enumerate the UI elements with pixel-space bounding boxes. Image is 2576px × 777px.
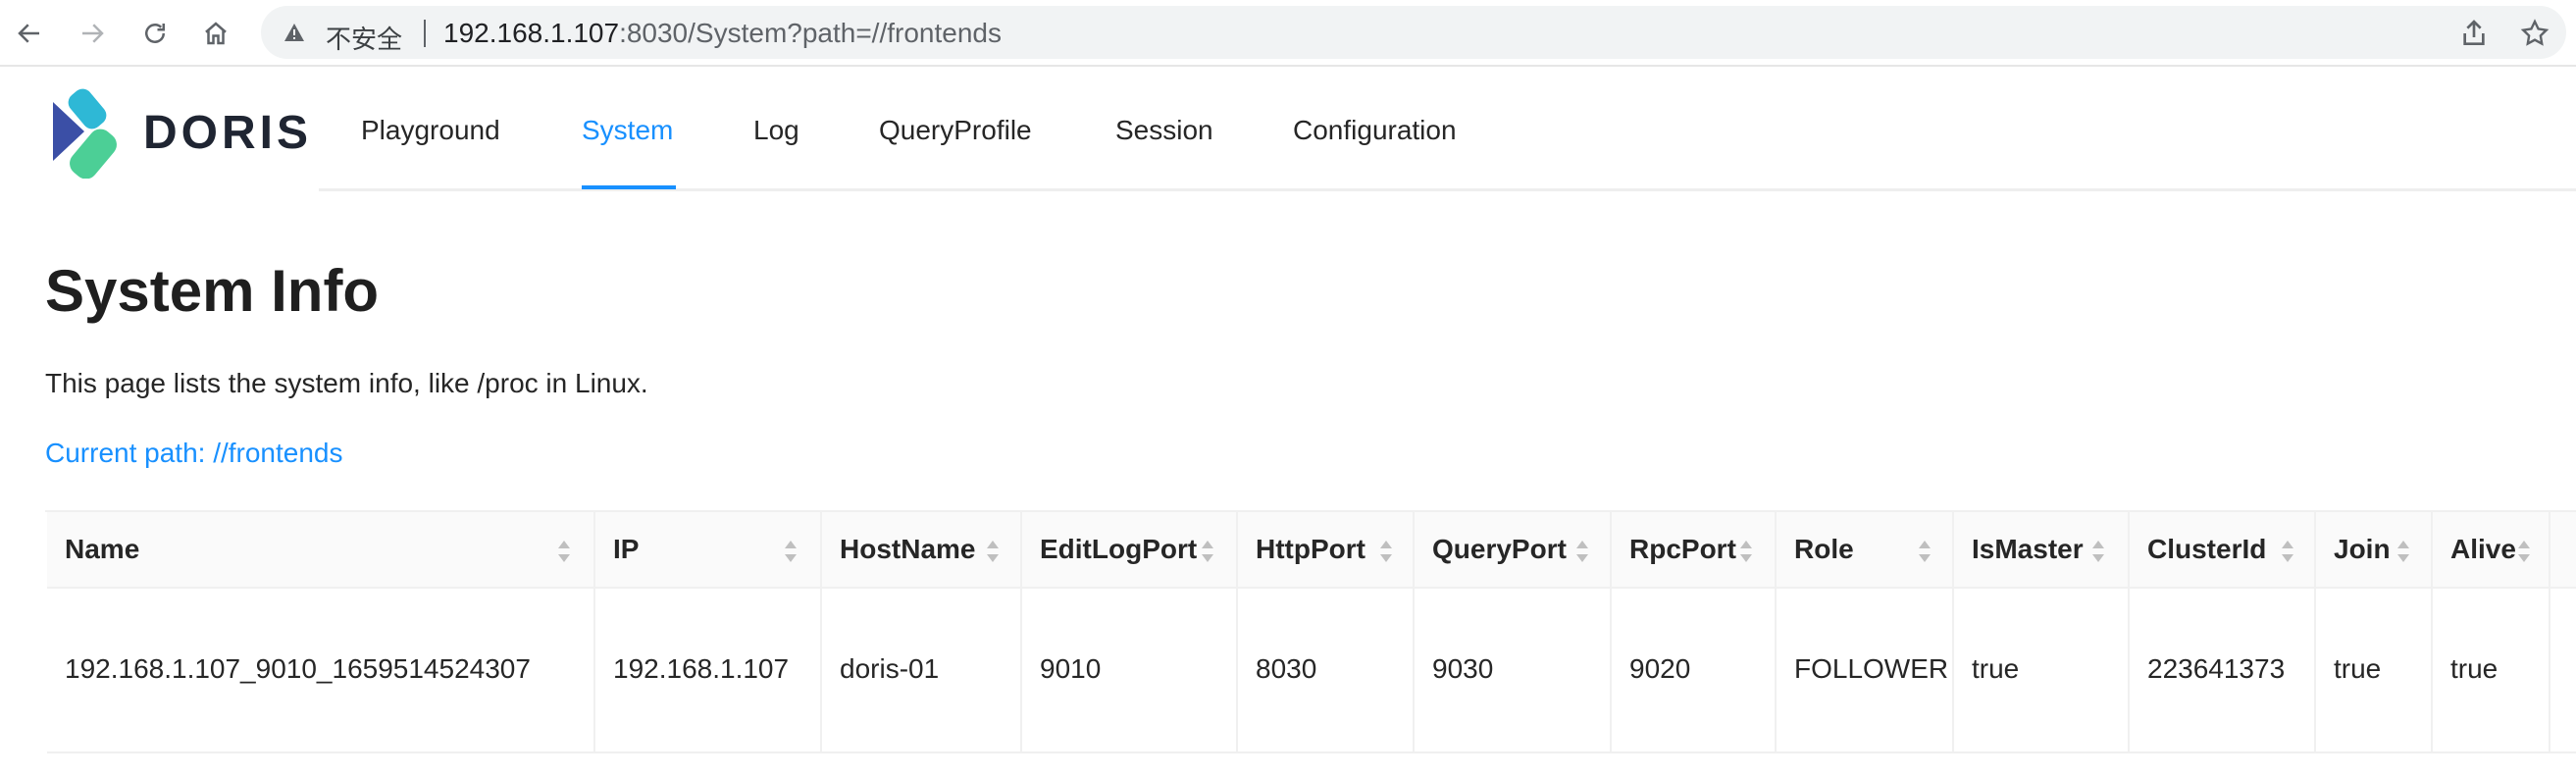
insecure-label: 不安全 bbox=[326, 26, 403, 55]
sort-icon[interactable] bbox=[1377, 538, 1395, 565]
active-tab-indicator bbox=[582, 185, 676, 189]
sort-icon[interactable] bbox=[782, 538, 799, 565]
sort-icon[interactable] bbox=[1737, 538, 1755, 565]
sort-icon[interactable] bbox=[2279, 538, 2296, 565]
cell-rpcport: 9020 bbox=[1612, 589, 1777, 753]
nav-item-playground[interactable]: Playground bbox=[361, 115, 500, 146]
column-header-name[interactable]: Name bbox=[47, 512, 595, 589]
back-icon[interactable] bbox=[10, 14, 49, 53]
column-header-httpport[interactable]: HttpPort bbox=[1238, 512, 1415, 589]
column-header-join[interactable]: Join bbox=[2316, 512, 2433, 589]
reload-icon[interactable] bbox=[135, 14, 175, 53]
url-path: :8030/System?path=//frontends bbox=[619, 18, 1002, 48]
page-title: System Info bbox=[45, 258, 380, 324]
column-header-ismaster[interactable]: IsMaster bbox=[1954, 512, 2130, 589]
url-text[interactable]: 192.168.1.107:8030/System?path=//fronten… bbox=[443, 18, 1002, 49]
sort-icon[interactable] bbox=[2089, 538, 2107, 565]
cell-editlogport: 9010 bbox=[1022, 589, 1238, 753]
sort-icon[interactable] bbox=[555, 538, 573, 565]
doris-logo-icon bbox=[53, 88, 117, 179]
sort-icon[interactable] bbox=[1916, 538, 1933, 565]
forward-icon[interactable] bbox=[73, 14, 112, 53]
sort-icon[interactable] bbox=[984, 538, 1002, 565]
page-description: This page lists the system info, like /p… bbox=[45, 368, 648, 398]
cell-join: true bbox=[2316, 589, 2433, 753]
address-separator bbox=[424, 20, 426, 47]
cell-ismaster: true bbox=[1954, 589, 2130, 753]
url-host: 192.168.1.107 bbox=[443, 18, 620, 48]
column-header-rpcport[interactable]: RpcPort bbox=[1612, 512, 1777, 589]
column-header-hostname[interactable]: HostName bbox=[822, 512, 1022, 589]
cell-queryport: 9030 bbox=[1415, 589, 1612, 753]
sort-icon[interactable] bbox=[2515, 538, 2533, 565]
nav-item-configuration[interactable]: Configuration bbox=[1293, 115, 1457, 146]
cell-role: FOLLOWER bbox=[1777, 589, 1954, 753]
column-header-clusterid[interactable]: ClusterId bbox=[2130, 512, 2316, 589]
frontends-table: Name IP HostName EditLogPort HttpPort Qu… bbox=[45, 510, 2576, 753]
column-header-queryport[interactable]: QueryPort bbox=[1415, 512, 1612, 589]
share-icon[interactable] bbox=[2458, 18, 2490, 49]
sort-icon[interactable] bbox=[1199, 538, 1216, 565]
nav-item-system[interactable]: System bbox=[582, 115, 673, 146]
home-icon[interactable] bbox=[196, 14, 235, 53]
cell-clusterid: 223641373 bbox=[2130, 589, 2316, 753]
sort-icon[interactable] bbox=[2395, 538, 2412, 565]
nav-item-queryprofile[interactable]: QueryProfile bbox=[879, 115, 1032, 146]
cell-hostname: doris-01 bbox=[822, 589, 1022, 753]
nav-item-log[interactable]: Log bbox=[753, 115, 799, 146]
table-header: Name IP HostName EditLogPort HttpPort Qu… bbox=[47, 512, 2576, 589]
column-header-editlogport[interactable]: EditLogPort bbox=[1022, 512, 1238, 589]
address-bar[interactable]: 不安全 192.168.1.107:8030/System?path=//fro… bbox=[261, 6, 2566, 59]
warning-icon[interactable] bbox=[283, 21, 306, 44]
sort-icon[interactable] bbox=[1573, 538, 1591, 565]
bookmark-star-icon[interactable] bbox=[2519, 18, 2550, 49]
nav-item-session[interactable]: Session bbox=[1115, 115, 1213, 146]
cell-name: 192.168.1.107_9010_1659514524307 bbox=[47, 589, 595, 753]
column-header-ip[interactable]: IP bbox=[595, 512, 822, 589]
current-path-link[interactable]: Current path: //frontends bbox=[45, 438, 343, 469]
cell-ip: 192.168.1.107 bbox=[595, 589, 822, 753]
logo-text: DORIS bbox=[143, 107, 313, 159]
cell-alive: true bbox=[2433, 589, 2550, 753]
browser-toolbar: 不安全 192.168.1.107:8030/System?path=//fro… bbox=[0, 0, 2576, 67]
cell-httpport: 8030 bbox=[1238, 589, 1415, 753]
column-header-role[interactable]: Role bbox=[1777, 512, 1954, 589]
column-header-alive[interactable]: Alive bbox=[2433, 512, 2550, 589]
table-row: 192.168.1.107_9010_1659514524307 192.168… bbox=[47, 589, 2576, 753]
